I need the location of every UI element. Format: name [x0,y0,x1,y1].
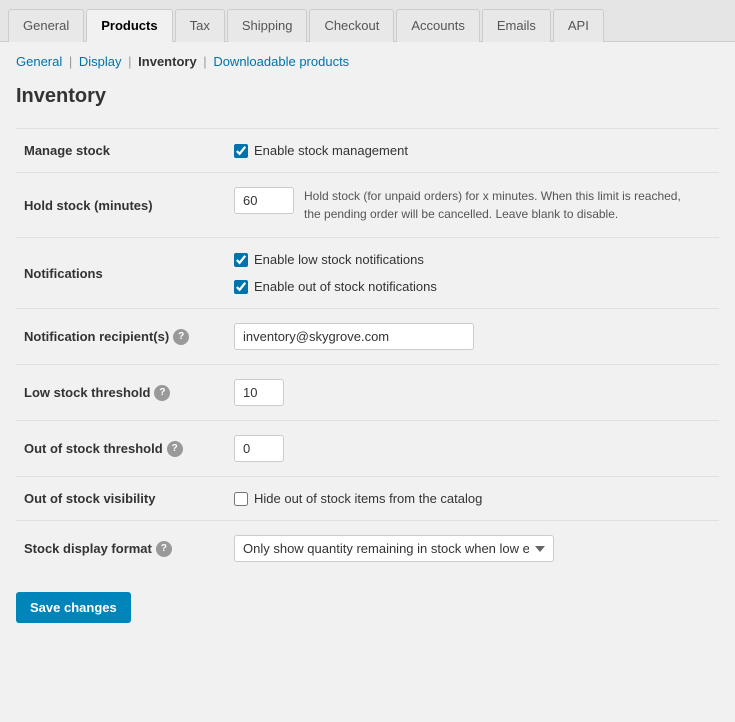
out-of-stock-threshold-label-cell: Out of stock threshold ? [16,421,226,477]
page-title: Inventory [16,85,719,108]
breadcrumb-general[interactable]: General [16,54,62,69]
hold-stock-input[interactable] [234,187,294,214]
row-low-stock-threshold: Low stock threshold ? [16,365,719,421]
out-of-stock-visibility-control: Hide out of stock items from the catalog [226,477,719,521]
notification-recipient-label-cell: Notification recipient(s) ? [16,309,226,365]
low-stock-notif-label: Enable low stock notifications [254,252,424,267]
hold-stock-input-group: Hold stock (for unpaid orders) for x min… [234,187,711,223]
row-out-of-stock-threshold: Out of stock threshold ? [16,421,719,477]
out-of-stock-threshold-help-icon[interactable]: ? [167,441,183,457]
row-notification-recipient: Notification recipient(s) ? [16,309,719,365]
low-stock-notif-checkbox[interactable] [234,253,248,267]
breadcrumb-sep-2: | [128,54,131,69]
breadcrumb-inventory: Inventory [138,54,197,69]
notification-recipient-input[interactable] [234,323,474,350]
hold-stock-label: Hold stock (minutes) [16,173,226,238]
notification-recipient-control [226,309,719,365]
out-of-stock-visibility-label: Out of stock visibility [16,477,226,521]
row-hold-stock: Hold stock (minutes) Hold stock (for unp… [16,173,719,238]
out-of-stock-notif-checkbox[interactable] [234,280,248,294]
manage-stock-label: Manage stock [16,129,226,173]
breadcrumb: General | Display | Inventory | Download… [16,54,719,69]
tab-tax[interactable]: Tax [175,9,225,42]
tab-checkout[interactable]: Checkout [309,9,394,42]
out-of-stock-visibility-row: Hide out of stock items from the catalog [234,491,711,506]
content-area: General | Display | Inventory | Download… [0,42,735,635]
tab-products[interactable]: Products [86,9,172,42]
manage-stock-checkbox[interactable] [234,144,248,158]
tab-accounts[interactable]: Accounts [396,9,479,42]
hold-stock-control: Hold stock (for unpaid orders) for x min… [226,173,719,238]
tab-shipping[interactable]: Shipping [227,9,308,42]
out-of-stock-visibility-checkbox-label: Hide out of stock items from the catalog [254,491,482,506]
save-button[interactable]: Save changes [16,592,131,623]
out-of-stock-notif-label: Enable out of stock notifications [254,279,437,294]
out-of-stock-notif-row: Enable out of stock notifications [234,279,711,294]
row-notifications: Notifications Enable low stock notificat… [16,238,719,309]
low-stock-threshold-label: Low stock threshold [24,385,150,400]
out-of-stock-threshold-label-group: Out of stock threshold ? [24,441,214,457]
stock-display-format-label-cell: Stock display format ? [16,521,226,577]
stock-display-format-control: Always show quantity remaining in stock … [226,521,719,577]
notification-recipient-help-icon[interactable]: ? [173,329,189,345]
notifications-control: Enable low stock notifications Enable ou… [226,238,719,309]
row-manage-stock: Manage stock Enable stock management [16,129,719,173]
row-stock-display-format: Stock display format ? Always show quant… [16,521,719,577]
low-stock-threshold-help-icon[interactable]: ? [154,385,170,401]
hold-stock-description: Hold stock (for unpaid orders) for x min… [304,187,684,223]
notifications-label: Notifications [16,238,226,309]
tabs-bar: General Products Tax Shipping Checkout A… [0,0,735,42]
breadcrumb-downloadable[interactable]: Downloadable products [213,54,349,69]
low-stock-threshold-control [226,365,719,421]
manage-stock-control: Enable stock management [226,129,719,173]
breadcrumb-sep-3: | [203,54,206,69]
low-stock-notif-row: Enable low stock notifications [234,252,711,267]
low-stock-threshold-label-cell: Low stock threshold ? [16,365,226,421]
tab-api[interactable]: API [553,9,604,42]
manage-stock-checkbox-row: Enable stock management [234,143,711,158]
stock-display-format-label-group: Stock display format ? [24,541,214,557]
notification-recipient-label-group: Notification recipient(s) ? [24,329,214,345]
low-stock-threshold-label-group: Low stock threshold ? [24,385,214,401]
out-of-stock-threshold-label: Out of stock threshold [24,441,163,456]
settings-table: Manage stock Enable stock management Hol… [16,128,719,576]
stock-display-format-help-icon[interactable]: ? [156,541,172,557]
notifications-checkboxes: Enable low stock notifications Enable ou… [234,252,711,294]
manage-stock-checkbox-label: Enable stock management [254,143,408,158]
low-stock-threshold-input[interactable] [234,379,284,406]
out-of-stock-threshold-control [226,421,719,477]
stock-display-format-label: Stock display format [24,541,152,556]
stock-display-format-select[interactable]: Always show quantity remaining in stock … [234,535,554,562]
notification-recipient-label: Notification recipient(s) [24,329,169,344]
tab-emails[interactable]: Emails [482,9,551,42]
out-of-stock-visibility-checkbox[interactable] [234,492,248,506]
row-out-of-stock-visibility: Out of stock visibility Hide out of stoc… [16,477,719,521]
breadcrumb-display[interactable]: Display [79,54,122,69]
tab-general[interactable]: General [8,9,84,42]
out-of-stock-threshold-input[interactable] [234,435,284,462]
breadcrumb-sep-1: | [69,54,72,69]
